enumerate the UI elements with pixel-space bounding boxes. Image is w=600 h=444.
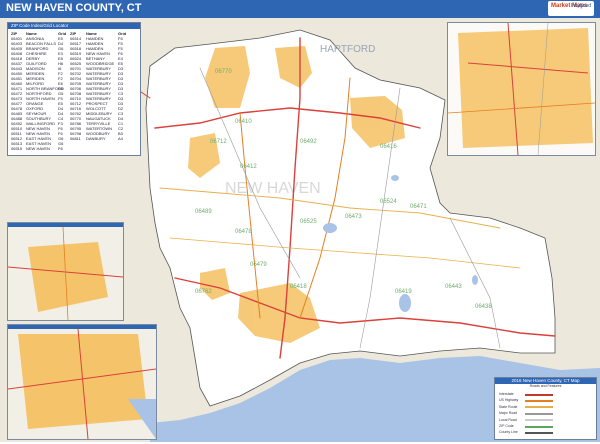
zip-label: 06770 xyxy=(215,69,232,75)
key-swatch xyxy=(525,399,553,402)
legend-cell: 06515 xyxy=(11,146,23,151)
map-key: 2016 New Haven County, CT Map Roads and … xyxy=(494,377,597,440)
key-subtitle: Roads and Features xyxy=(529,384,562,388)
zip-label: 06489 xyxy=(195,209,212,215)
key-swatch xyxy=(525,425,553,428)
key-swatch xyxy=(525,431,553,434)
key-label: County Line xyxy=(499,430,518,435)
zip-label: 06416 xyxy=(380,144,397,150)
key-label: US Highway xyxy=(499,398,519,403)
legend-cell: F6 xyxy=(58,146,63,151)
zip-label: 06443 xyxy=(445,284,462,290)
zip-label: 06418 xyxy=(290,284,307,290)
inset-map-southwest[interactable] xyxy=(7,324,157,440)
legend-cell: NEW HAVEN xyxy=(26,146,50,151)
inset-map-west[interactable] xyxy=(7,222,124,321)
key-swatch xyxy=(525,419,553,422)
zip-label: 06412 xyxy=(240,164,257,170)
zip-label: 06410 xyxy=(235,119,252,125)
map-title: NEW HAVEN COUNTY, CT xyxy=(6,2,142,14)
key-label: State Route xyxy=(499,404,518,409)
zip-label: 06473 xyxy=(345,214,362,220)
legend-header: ZIP Code Index/Grid Locator xyxy=(8,23,140,29)
hartford-label: HARTFORD xyxy=(320,44,375,55)
key-swatch xyxy=(525,412,553,415)
key-label: ZIP Code xyxy=(499,424,514,428)
key-label: Interstate xyxy=(499,392,514,396)
logo-tag: Inkyhood xyxy=(570,3,591,9)
zip-label: 06525 xyxy=(300,219,317,225)
title-bar: NEW HAVEN COUNTY, CT Market Maps Inkyhoo… xyxy=(0,0,600,18)
inset-west-svg xyxy=(7,226,124,321)
zip-label: 06524 xyxy=(380,199,397,205)
key-swatch xyxy=(525,393,553,396)
zip-index-legend: ZIP Code Index/Grid Locator ZIP Name Grid Z… xyxy=(7,22,141,156)
zip-label: 06492 xyxy=(300,139,317,145)
inset-northeast-svg xyxy=(447,22,596,156)
zip-label: 06438 xyxy=(475,304,492,310)
inset-map-northeast[interactable] xyxy=(447,22,596,156)
zip-label: 06479 xyxy=(250,262,267,268)
key-swatch xyxy=(525,406,553,409)
brand-logo: Market Maps Inkyhood xyxy=(548,1,594,16)
zip-label: 06471 xyxy=(410,204,427,210)
legend-cell: A4 xyxy=(118,136,123,141)
legend-cell: DANBURY xyxy=(86,136,106,141)
zip-label: 06762 xyxy=(195,289,212,295)
zip-label: 06419 xyxy=(395,289,412,295)
key-label: Local Road xyxy=(499,417,517,422)
inset-southwest-svg xyxy=(7,328,157,440)
legend-cell: 06811 xyxy=(70,136,81,141)
key-label: Major Road xyxy=(499,411,518,416)
zip-label: 06478 xyxy=(235,229,252,235)
zip-label: 06712 xyxy=(210,139,227,145)
